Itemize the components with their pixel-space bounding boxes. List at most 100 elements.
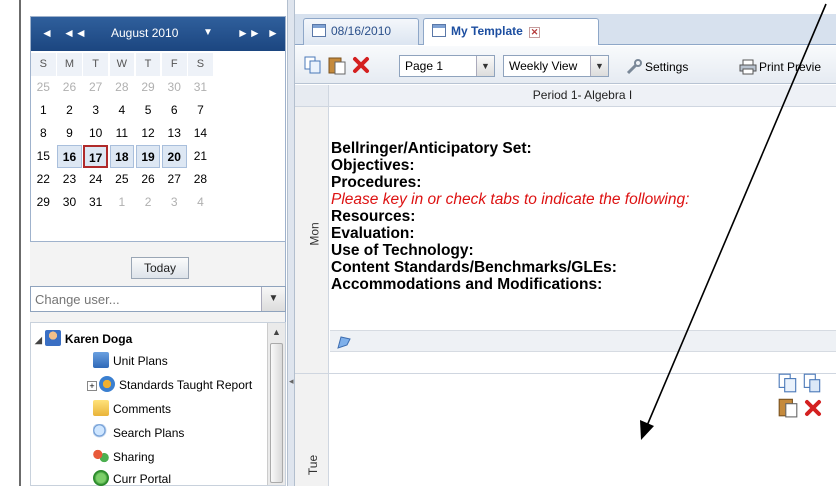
- calendar-day[interactable]: 31: [188, 76, 213, 99]
- settings-button[interactable]: Settings: [625, 59, 688, 75]
- calendar-day[interactable]: 14: [188, 122, 213, 145]
- calendar-day[interactable]: 28: [110, 76, 135, 99]
- copy-alt-icon[interactable]: [801, 372, 823, 394]
- expand-plus-icon[interactable]: +: [87, 381, 97, 391]
- paste-icon[interactable]: [327, 55, 347, 75]
- calendar-day[interactable]: 1: [110, 191, 135, 214]
- print-preview-label: Print Previe: [759, 60, 822, 74]
- page-select[interactable]: Page 1 ▼: [399, 55, 495, 77]
- edit-flag-icon[interactable]: [336, 334, 352, 350]
- calendar-day[interactable]: 8: [31, 122, 56, 145]
- month-menu-icon[interactable]: ▼: [203, 27, 213, 38]
- tree-item-standards-taught-report[interactable]: + Standards Taught Report: [87, 375, 252, 395]
- calendar-day-selected[interactable]: 19: [135, 145, 161, 168]
- calendar-day[interactable]: 6: [162, 99, 187, 122]
- calendar-day[interactable]: 31: [83, 191, 108, 214]
- calendar-day[interactable]: 3: [162, 191, 187, 214]
- calendar-day[interactable]: 29: [136, 76, 161, 99]
- calendar-day[interactable]: 21: [188, 145, 213, 168]
- calendar-day[interactable]: 4: [110, 99, 135, 122]
- tree-item-search-plans[interactable]: Search Plans: [93, 423, 184, 443]
- tree-item-comments[interactable]: Comments: [93, 399, 171, 419]
- calendar-day[interactable]: 11: [110, 122, 135, 145]
- tree-item-label: Curr Portal: [113, 472, 172, 486]
- tab-my-template[interactable]: My Template ✕: [423, 18, 599, 45]
- weekday-label: S: [188, 53, 213, 76]
- tree-root-user[interactable]: ◢ Karen Doga: [35, 329, 132, 349]
- left-margin: [0, 0, 22, 486]
- calendar-day[interactable]: 25: [31, 76, 56, 99]
- calendar-day-today[interactable]: 17: [83, 145, 108, 168]
- calendar-day[interactable]: 1: [31, 99, 56, 122]
- delete-icon[interactable]: [803, 398, 823, 418]
- globe-icon: [93, 470, 109, 486]
- close-tab-icon[interactable]: ✕: [528, 27, 541, 38]
- tree-scrollbar[interactable]: ▲: [267, 323, 285, 485]
- tree-item-sharing[interactable]: Sharing: [93, 447, 154, 467]
- calendar-day[interactable]: 4: [188, 191, 213, 214]
- collapse-triangle-icon[interactable]: ◢: [35, 335, 42, 345]
- calendar-day[interactable]: 22: [31, 168, 56, 191]
- tree-item-curr-portal[interactable]: Curr Portal: [93, 469, 171, 486]
- calendar-day-selected[interactable]: 18: [109, 145, 135, 168]
- delete-icon[interactable]: [351, 55, 371, 75]
- print-preview-button[interactable]: Print Previe: [739, 59, 821, 75]
- calendar-day[interactable]: 2: [57, 99, 82, 122]
- collapse-arrow-icon[interactable]: ◂: [289, 376, 294, 387]
- calendar-day[interactable]: 2: [136, 191, 161, 214]
- planner-pane: 08/16/2010 My Template ✕ Page 1 ▼ Weekly V…: [295, 0, 836, 486]
- next-month-icon[interactable]: ►: [267, 26, 279, 40]
- calendar-day[interactable]: 12: [136, 122, 161, 145]
- calendar-day[interactable]: 27: [162, 168, 187, 191]
- view-select[interactable]: Weekly View ▼: [503, 55, 609, 77]
- weekday-label: M: [57, 53, 82, 76]
- calendar-day[interactable]: 9: [57, 122, 82, 145]
- change-user-select[interactable]: ▼: [30, 286, 286, 312]
- calendar-day[interactable]: 7: [188, 99, 213, 122]
- calendar-day[interactable]: 27: [83, 76, 108, 99]
- weekday-label: T: [83, 53, 108, 76]
- calendar-day[interactable]: 15: [31, 145, 56, 168]
- chevron-down-icon[interactable]: ▼: [590, 56, 608, 76]
- calendar-day[interactable]: 30: [162, 76, 187, 99]
- chevron-down-icon[interactable]: ▼: [476, 56, 494, 76]
- scrollbar-thumb[interactable]: [270, 343, 283, 483]
- calendar-day[interactable]: 23: [57, 168, 82, 191]
- copy-icon[interactable]: [303, 55, 323, 75]
- calendar-day[interactable]: 10: [83, 122, 108, 145]
- calendar-day[interactable]: 24: [83, 168, 108, 191]
- copy-icon[interactable]: [777, 372, 799, 394]
- calendar-day-selected[interactable]: 20: [161, 145, 187, 168]
- calendar-day[interactable]: 30: [57, 191, 82, 214]
- view-select-value: Weekly View: [509, 59, 578, 73]
- tab-date[interactable]: 08/16/2010: [303, 18, 419, 45]
- chevron-down-icon[interactable]: ▼: [261, 287, 285, 311]
- change-user-input[interactable]: [35, 290, 257, 308]
- plan-line: Evaluation:: [331, 225, 415, 242]
- next-year-icon[interactable]: ►►: [237, 26, 261, 40]
- pane-splitter[interactable]: ◂: [287, 0, 295, 486]
- search-icon: [93, 424, 109, 440]
- calendar-day[interactable]: 26: [136, 168, 161, 191]
- calendar-week-row: 22 23 24 25 26 27 28: [31, 168, 285, 191]
- calendar-day[interactable]: 5: [136, 99, 161, 122]
- cell-action-icons: [773, 372, 836, 432]
- calendar-day[interactable]: 28: [188, 168, 213, 191]
- calendar-day[interactable]: 25: [110, 168, 135, 191]
- lesson-plan-content[interactable]: Bellringer/Anticipatory Set: Objectives:…: [331, 140, 836, 293]
- paste-icon[interactable]: [777, 396, 799, 418]
- month-label[interactable]: August 2010: [111, 26, 178, 40]
- calendar-day[interactable]: 13: [162, 122, 187, 145]
- prev-year-icon[interactable]: ◄◄: [63, 26, 87, 40]
- tree-item-unit-plans[interactable]: Unit Plans: [93, 351, 168, 371]
- prev-month-icon[interactable]: ◄: [41, 26, 53, 40]
- weekday-label: T: [135, 53, 161, 76]
- day-label-text: Tue: [306, 454, 321, 476]
- wrench-icon: [626, 59, 642, 75]
- calendar-day[interactable]: 29: [31, 191, 56, 214]
- calendar-day[interactable]: 26: [57, 76, 82, 99]
- today-button[interactable]: Today: [131, 257, 189, 279]
- calendar-day[interactable]: 3: [83, 99, 108, 122]
- scroll-up-icon[interactable]: ▲: [272, 327, 281, 337]
- calendar-day-selected[interactable]: 16: [57, 145, 82, 168]
